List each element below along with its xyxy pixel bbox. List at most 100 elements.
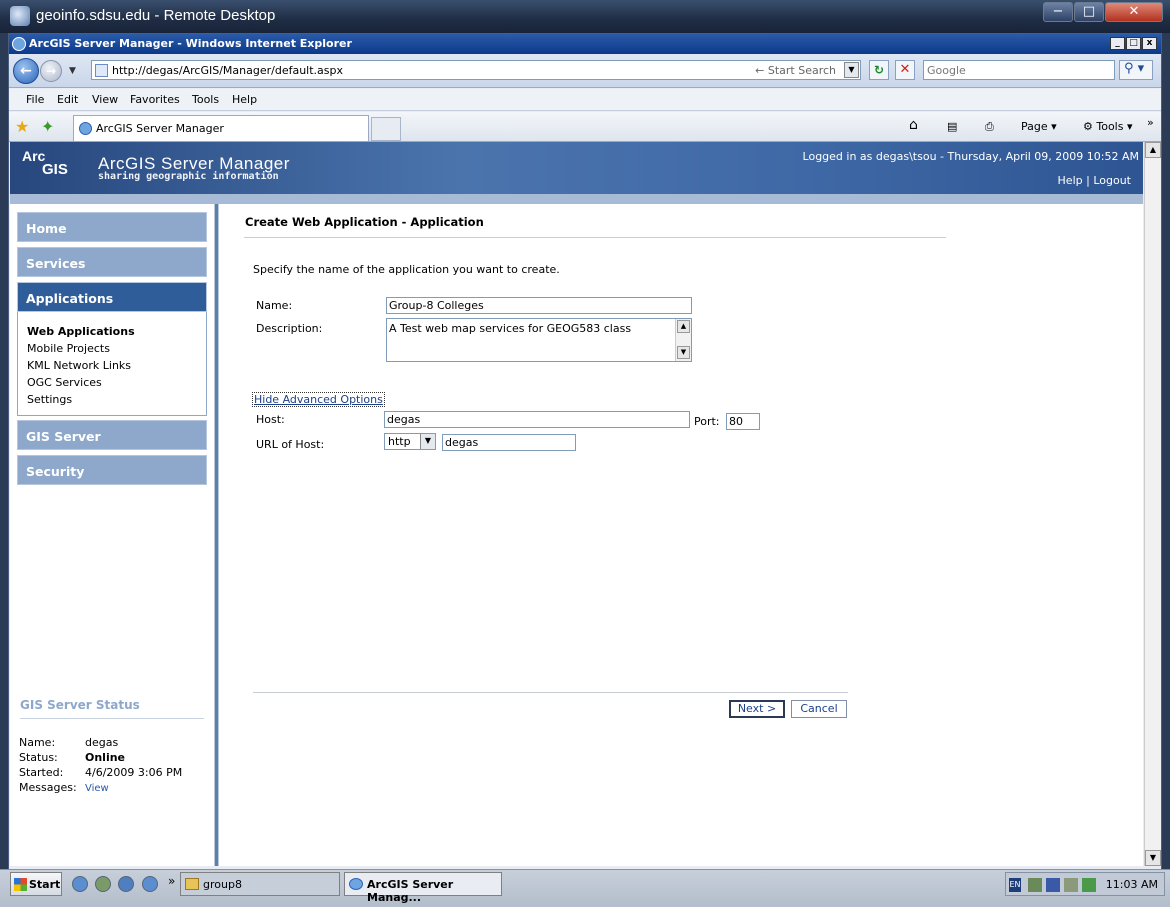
taskbar: Start » group8 ArcGIS Server Manag... EN… bbox=[0, 869, 1170, 907]
menu-tools[interactable]: Tools bbox=[192, 93, 219, 106]
subnav-mobile-projects[interactable]: Mobile Projects bbox=[27, 342, 110, 355]
task-group8-folder[interactable]: group8 bbox=[180, 872, 340, 896]
tray-device-icon[interactable] bbox=[1064, 878, 1078, 892]
windows-logo-icon bbox=[14, 878, 27, 891]
quicklaunch-ie-icon[interactable] bbox=[72, 876, 88, 892]
system-tray: EN 11:03 AM bbox=[1005, 872, 1165, 896]
name-label: Name: bbox=[256, 299, 293, 312]
scroll-up-icon[interactable]: ▲ bbox=[677, 320, 690, 333]
subnav-settings[interactable]: Settings bbox=[27, 393, 72, 406]
protocol-value: http bbox=[388, 435, 411, 448]
tray-shield-icon[interactable] bbox=[1046, 878, 1060, 892]
tab-title: ArcGIS Server Manager bbox=[96, 122, 224, 135]
quicklaunch-browser-icon[interactable] bbox=[142, 876, 158, 892]
clock: 11:03 AM bbox=[1105, 878, 1158, 891]
port-input[interactable]: 80 bbox=[726, 413, 760, 430]
search-icon[interactable]: ⚲ ▾ bbox=[1119, 60, 1153, 80]
folder-icon bbox=[185, 878, 199, 890]
next-button[interactable]: Next > bbox=[729, 700, 785, 718]
subnav-web-applications[interactable]: Web Applications bbox=[27, 325, 135, 338]
help-link[interactable]: Help bbox=[1058, 174, 1083, 187]
quicklaunch-search-icon[interactable] bbox=[118, 876, 134, 892]
tab-arcgis-server-manager[interactable]: ArcGIS Server Manager bbox=[73, 115, 369, 141]
tools-menu[interactable]: ⚙ Tools ▾ bbox=[1083, 120, 1132, 133]
page-scroll-up-icon[interactable]: ▲ bbox=[1145, 142, 1161, 158]
web-search-input[interactable]: Google bbox=[923, 60, 1115, 80]
address-input[interactable]: http://degas/ArcGIS/Manager/default.aspx… bbox=[91, 60, 861, 80]
intro-text: Specify the name of the application you … bbox=[253, 263, 560, 276]
task-arcgis-label: ArcGIS Server Manag... bbox=[367, 878, 454, 904]
app-tagline: sharing geographic information bbox=[98, 171, 279, 182]
name-input[interactable]: Group-8 Colleges bbox=[386, 297, 692, 314]
nav-applications[interactable]: Applications bbox=[17, 282, 207, 312]
print-icon[interactable]: ⎙ bbox=[985, 120, 994, 134]
status-name-value: degas bbox=[85, 736, 119, 749]
sidebar-divider bbox=[214, 204, 219, 866]
menu-edit[interactable]: Edit bbox=[57, 93, 78, 106]
ie-close-button[interactable]: x bbox=[1142, 37, 1157, 50]
subnav-kml-network-links[interactable]: KML Network Links bbox=[27, 359, 131, 372]
menu-help[interactable]: Help bbox=[232, 93, 257, 106]
tray-network-icon[interactable] bbox=[1028, 878, 1042, 892]
language-indicator[interactable]: EN bbox=[1009, 878, 1021, 892]
back-button[interactable]: ← bbox=[13, 58, 39, 84]
tray-media-icon[interactable] bbox=[1082, 878, 1096, 892]
forward-button[interactable]: → bbox=[40, 60, 62, 82]
refresh-button[interactable]: ↻ bbox=[869, 60, 889, 80]
stop-button[interactable]: ✕ bbox=[895, 60, 915, 80]
page-scroll-down-icon[interactable]: ▼ bbox=[1145, 850, 1161, 866]
page-menu[interactable]: Page ▾ bbox=[1021, 120, 1057, 133]
task-group8-label: group8 bbox=[203, 878, 242, 891]
status-messages-view-link[interactable]: View bbox=[85, 783, 109, 794]
remote-desktop-title: geoinfo.sdsu.edu - Remote Desktop bbox=[36, 7, 276, 24]
ie-restore-button[interactable]: □ bbox=[1126, 37, 1141, 50]
logout-link[interactable]: Logout bbox=[1093, 174, 1131, 187]
add-favorite-icon[interactable]: ✦ bbox=[41, 117, 54, 136]
favorites-star-icon[interactable]: ★ bbox=[15, 117, 29, 136]
ie-minimize-button[interactable]: _ bbox=[1110, 37, 1125, 50]
page-title: Create Web Application - Application bbox=[245, 215, 484, 229]
ie-window: ArcGIS Server Manager - Windows Internet… bbox=[8, 33, 1162, 899]
task-arcgis-ie[interactable]: ArcGIS Server Manag... bbox=[344, 872, 502, 904]
menu-favorites[interactable]: Favorites bbox=[130, 93, 180, 106]
description-textarea[interactable]: A Test web map services for GEOG583 clas… bbox=[386, 318, 692, 362]
menu-file[interactable]: File bbox=[26, 93, 44, 106]
home-icon[interactable]: ⌂ bbox=[909, 117, 918, 133]
new-tab-button[interactable] bbox=[371, 117, 401, 141]
menu-view[interactable]: View bbox=[92, 93, 118, 106]
page-content: Arc GIS ArcGIS Server Manager sharing ge… bbox=[10, 142, 1143, 866]
quicklaunch-network-icon[interactable] bbox=[95, 876, 111, 892]
quicklaunch-more-icon[interactable]: » bbox=[168, 874, 175, 888]
nav-services[interactable]: Services bbox=[17, 247, 207, 277]
recent-pages-dropdown-icon[interactable]: ▼ bbox=[69, 66, 76, 76]
more-commands-icon[interactable]: » bbox=[1147, 116, 1154, 129]
page-icon bbox=[95, 64, 108, 77]
subnav-ogc-services[interactable]: OGC Services bbox=[27, 376, 102, 389]
arcgis-header: Arc GIS ArcGIS Server Manager sharing ge… bbox=[10, 142, 1143, 194]
hide-advanced-options-link[interactable]: Hide Advanced Options bbox=[252, 392, 385, 407]
sidebar: Home Services Applications Web Applicati… bbox=[10, 204, 216, 866]
chevron-down-icon[interactable]: ▼ bbox=[420, 434, 435, 449]
description-scrollbar[interactable]: ▲ ▼ bbox=[675, 319, 691, 361]
nav-security[interactable]: Security bbox=[17, 455, 207, 485]
status-messages-label: Messages: bbox=[19, 781, 77, 794]
minimize-button[interactable]: − bbox=[1043, 2, 1073, 22]
host-input[interactable]: degas bbox=[384, 411, 690, 428]
status-started-value: 4/6/2009 3:06 PM bbox=[85, 766, 183, 779]
feeds-icon[interactable]: ▤ bbox=[947, 120, 957, 133]
maximize-button[interactable]: □ bbox=[1074, 2, 1104, 22]
description-value: A Test web map services for GEOG583 clas… bbox=[389, 322, 632, 335]
scroll-down-icon[interactable]: ▼ bbox=[677, 346, 690, 359]
page-scrollbar[interactable]: ▲ ▼ bbox=[1144, 142, 1161, 866]
close-button[interactable]: ✕ bbox=[1105, 2, 1163, 22]
cancel-button[interactable]: Cancel bbox=[791, 700, 847, 718]
nav-home[interactable]: Home bbox=[17, 212, 207, 242]
start-button[interactable]: Start bbox=[10, 872, 62, 896]
status-name-label: Name: bbox=[19, 736, 56, 749]
address-dropdown-icon[interactable]: ▼ bbox=[844, 62, 859, 78]
nav-gis-server[interactable]: GIS Server bbox=[17, 420, 207, 450]
protocol-select[interactable]: http ▼ bbox=[384, 433, 436, 450]
tools-menu-label: Tools ▾ bbox=[1096, 120, 1133, 133]
header-links: Help | Logout bbox=[1058, 174, 1131, 187]
url-host-input[interactable]: degas bbox=[442, 434, 576, 451]
